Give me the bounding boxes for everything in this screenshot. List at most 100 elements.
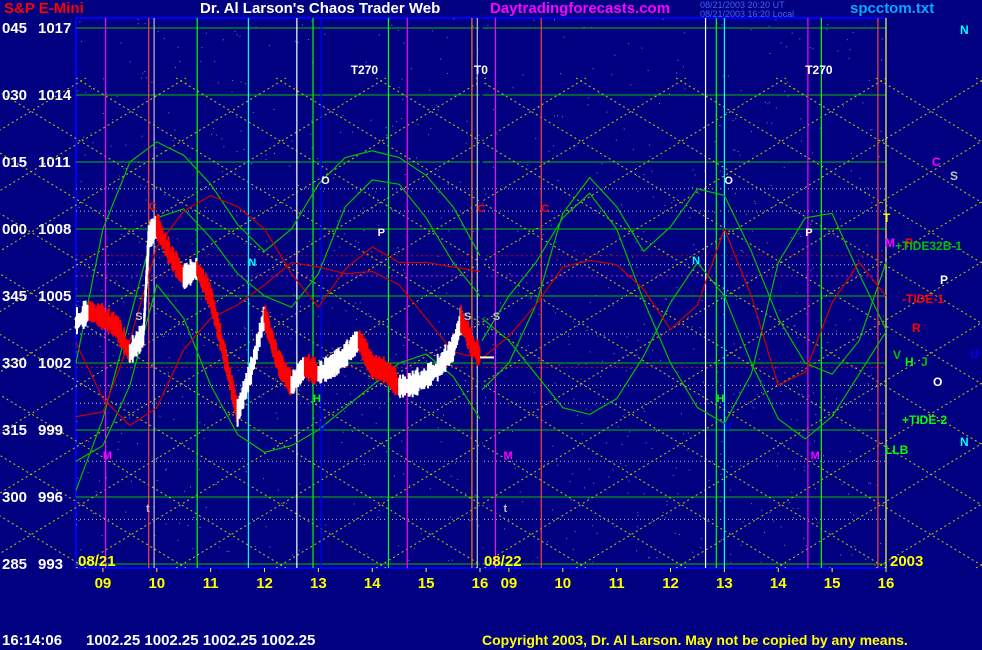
bg-dot	[649, 156, 651, 158]
bg-dot	[189, 158, 191, 160]
bg-dot	[361, 414, 363, 416]
bg-dot	[691, 186, 693, 188]
bg-dot	[783, 166, 785, 168]
bg-dot	[80, 549, 82, 551]
bg-dot	[177, 46, 179, 48]
bg-dot	[125, 144, 127, 146]
bg-dot	[637, 190, 639, 192]
x-tick-hour: 13	[716, 575, 733, 592]
bg-dot	[719, 500, 721, 502]
bg-dot	[244, 327, 245, 329]
bg-dot	[775, 107, 777, 109]
bg-dot	[678, 534, 680, 536]
bg-dot	[752, 400, 754, 402]
bg-dot	[244, 243, 246, 245]
bg-dot	[737, 151, 739, 153]
bg-dot	[615, 139, 617, 141]
bg-dot	[401, 517, 403, 519]
bg-dot	[721, 441, 723, 443]
bg-dot	[492, 166, 494, 168]
bg-dot	[846, 39, 848, 41]
bg-dot	[687, 316, 689, 318]
bg-dot	[775, 19, 777, 21]
bg-dot	[643, 410, 645, 412]
bg-dot	[298, 184, 300, 186]
bg-dot	[583, 253, 585, 255]
timing-label: T270	[805, 63, 833, 77]
right-label: M	[885, 236, 895, 250]
bg-dot	[768, 25, 770, 27]
chart-marker: M	[811, 450, 820, 462]
bg-dot	[138, 23, 139, 25]
bg-dot	[99, 346, 101, 347]
bg-dot	[213, 127, 214, 129]
bg-dot	[291, 140, 293, 142]
bg-dot	[141, 135, 143, 137]
bg-dot	[814, 517, 816, 519]
bg-dot	[787, 95, 789, 97]
bg-dot	[819, 127, 821, 129]
bg-dot	[672, 475, 674, 477]
bg-dot	[881, 38, 883, 40]
bg-dot	[76, 305, 78, 306]
bg-dot	[665, 517, 666, 519]
bg-dot	[269, 312, 271, 313]
bg-dot	[245, 471, 247, 473]
right-label: P	[940, 273, 948, 287]
bg-dot	[751, 131, 752, 133]
bg-dot	[155, 313, 157, 315]
bg-dot	[368, 313, 370, 315]
bg-dot	[522, 74, 524, 76]
diagonal-line	[975, 563, 982, 569]
bg-dot	[647, 70, 649, 71]
bg-dot	[185, 82, 187, 84]
bg-dot	[156, 480, 158, 482]
bg-dot	[740, 465, 741, 467]
bg-dot	[596, 253, 598, 255]
x-tick-hour: 09	[501, 575, 518, 592]
bg-dot	[84, 154, 86, 156]
chart-marker: V	[318, 423, 326, 435]
bg-dot	[848, 493, 849, 495]
bg-dot	[408, 560, 410, 561]
y-tick-price: 1008	[38, 221, 71, 238]
bg-dot	[474, 494, 476, 496]
bg-dot	[849, 450, 851, 452]
bg-dot	[605, 442, 607, 444]
bg-dot	[700, 538, 702, 540]
bg-dot	[313, 417, 315, 419]
bg-dot	[739, 392, 741, 393]
bg-dot	[391, 209, 393, 210]
bg-dot	[771, 122, 773, 124]
bg-dot	[643, 174, 645, 175]
bg-dot	[428, 89, 430, 91]
bg-dot	[794, 325, 796, 327]
bg-dot	[450, 475, 452, 477]
bg-dot	[533, 19, 535, 21]
bg-dot	[493, 363, 495, 365]
bg-dot	[591, 525, 593, 527]
bg-dot	[341, 442, 343, 443]
bg-dot	[344, 375, 346, 377]
bg-dot	[172, 139, 174, 141]
bg-dot	[353, 503, 355, 505]
bg-dot	[589, 351, 591, 353]
bg-dot	[880, 131, 882, 132]
bg-dot	[437, 109, 439, 111]
bg-dot	[184, 196, 186, 198]
bg-dot	[656, 430, 657, 432]
bg-dot	[123, 168, 125, 170]
bg-dot	[784, 90, 786, 92]
bg-dot	[868, 482, 870, 484]
bg-dot	[438, 191, 440, 193]
footer-quote: 1002.25 1002.25 1002.25 1002.25	[86, 632, 316, 649]
bg-dot	[132, 401, 134, 403]
bg-dot	[740, 250, 742, 252]
bg-dot	[629, 431, 631, 433]
bg-dot	[349, 393, 351, 395]
bg-dot	[242, 457, 244, 459]
bg-dot	[307, 39, 309, 40]
y-tick-price: 1002	[38, 355, 71, 372]
bg-dot	[554, 19, 555, 21]
bg-dot	[568, 343, 570, 345]
